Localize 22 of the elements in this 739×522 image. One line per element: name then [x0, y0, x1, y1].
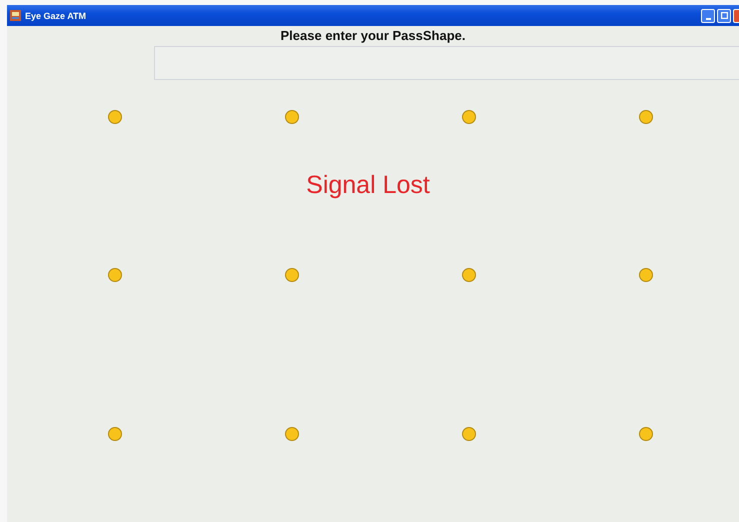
- grid-dot[interactable]: [108, 110, 122, 124]
- grid-dot[interactable]: [108, 268, 122, 282]
- grid-dot[interactable]: [638, 427, 652, 441]
- minimize-icon: [706, 18, 710, 20]
- passshape-field[interactable]: [154, 46, 739, 80]
- app-icon: [10, 10, 21, 21]
- maximize-button[interactable]: [717, 8, 731, 22]
- grid-dot[interactable]: [108, 427, 122, 441]
- close-button[interactable]: [733, 8, 739, 22]
- prompt-text: Please enter your PassShape.: [280, 27, 466, 44]
- grid-dot[interactable]: [284, 268, 298, 282]
- maximize-icon: [720, 12, 728, 19]
- grid-dot[interactable]: [462, 427, 476, 441]
- grid-dot[interactable]: [284, 110, 298, 124]
- grid-dot[interactable]: [462, 268, 476, 282]
- grid-dot[interactable]: [638, 268, 652, 282]
- minimize-button[interactable]: [701, 8, 715, 22]
- status-message: Signal Lost: [305, 171, 431, 199]
- window-title: Eye Gaze ATM: [25, 10, 88, 20]
- grid-dot[interactable]: [462, 110, 476, 124]
- grid-dot[interactable]: [284, 427, 298, 441]
- grid-dot[interactable]: [638, 110, 652, 124]
